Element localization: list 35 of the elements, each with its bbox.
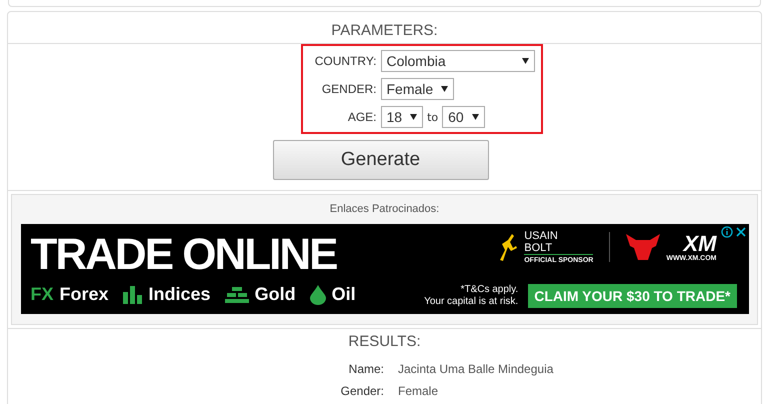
result-label: Gender: [340, 384, 385, 398]
caret-icon [410, 114, 418, 120]
sponsor-name: USAIN BOLT [524, 230, 559, 254]
gender-select[interactable]: Female [380, 78, 454, 100]
risk-text: Your capital is at risk. [424, 296, 518, 308]
section-title: RESULTS: [347, 332, 422, 352]
result-label: Name: [348, 362, 385, 376]
ad-caption: Enlaces Patrocinados: [330, 203, 440, 215]
bull-logo-icon [626, 232, 660, 262]
result-value: Female [398, 384, 438, 398]
drop-icon [310, 284, 326, 304]
country-select[interactable]: Colombia [380, 50, 534, 72]
section-title: PARAMETERS: [330, 21, 439, 41]
terms-text: *T&Cs apply. [460, 284, 518, 296]
age-label: AGE: [346, 110, 376, 124]
fx-icon: FX [30, 284, 54, 305]
market-label: Indices [148, 284, 211, 305]
country-label: COUNTRY: [314, 54, 376, 68]
age-to-select[interactable]: 60 [442, 106, 485, 128]
caret-icon [441, 86, 448, 92]
market-label: Gold [254, 284, 296, 305]
ad-headline: TRADE ONLINE [30, 229, 336, 281]
ad-info-icon[interactable] [720, 226, 746, 238]
range-separator: to [427, 110, 438, 124]
caret-icon [522, 58, 528, 64]
gender-label: GENDER: [320, 82, 376, 96]
ingot-stack-icon [224, 286, 249, 302]
result-value: Jacinta Uma Balle Mindeguia [398, 362, 554, 376]
market-label: Oil [332, 284, 356, 305]
market-label: Forex [60, 284, 109, 305]
age-from-select[interactable]: 18 [380, 106, 424, 128]
caret-icon [472, 114, 479, 120]
brand-logo: XM [682, 232, 716, 254]
bar-chart-icon [122, 286, 143, 304]
generate-button[interactable]: Generate [272, 140, 488, 180]
